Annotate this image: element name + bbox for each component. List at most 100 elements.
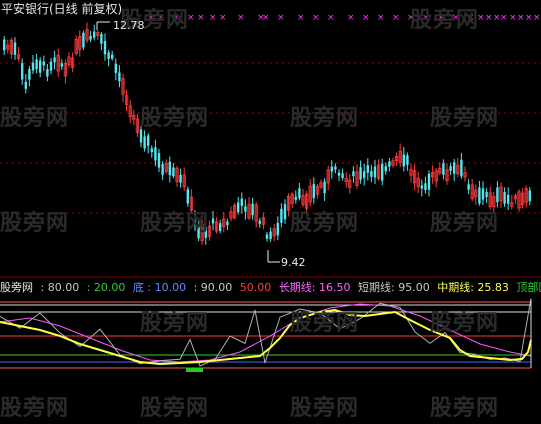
top-marker: × [172, 13, 180, 23]
candle-down [276, 222, 279, 236]
top-marker: × [327, 13, 335, 23]
top-marker: × [209, 13, 217, 23]
candle-down [442, 163, 445, 175]
candle-down [352, 171, 355, 177]
candle-down [237, 202, 240, 212]
top-marker: × [407, 13, 415, 23]
candle-down [150, 148, 153, 152]
candle-down [186, 189, 189, 204]
low-price-label: 9.42 [281, 256, 306, 269]
candle-down [258, 220, 261, 224]
candle-down [485, 191, 488, 198]
candle-down [24, 81, 27, 89]
top-marker: × [347, 13, 355, 23]
candle-down [161, 164, 164, 176]
param-50: 50.00 [239, 281, 272, 294]
candle-down [100, 34, 103, 44]
candle-down [49, 61, 53, 71]
candle-down [139, 129, 143, 143]
candle-down [89, 35, 92, 40]
candle-down [323, 181, 326, 194]
candle-down [373, 166, 377, 178]
candle-down [460, 159, 463, 177]
short-term-line [0, 298, 532, 367]
candle-down [363, 171, 366, 178]
top-marker: × [237, 13, 245, 23]
param-10: : 10.00 [147, 281, 187, 294]
candle-down [219, 223, 222, 231]
candle-down [13, 42, 17, 55]
top-marker: × [262, 13, 270, 23]
top-marker: × [277, 13, 285, 23]
candle-down [449, 166, 452, 171]
top-marker: × [157, 13, 165, 23]
candle-down [467, 184, 470, 190]
candle-down [478, 187, 481, 204]
param-mid-line: 中期线: 25.83 [437, 281, 509, 294]
candle-down [294, 196, 297, 200]
top-marker: × [533, 13, 541, 23]
top-marker: × [187, 13, 195, 23]
candle-down [21, 63, 24, 80]
candle-down [157, 153, 161, 168]
param-top-zone: 顶部区域 [516, 281, 541, 294]
candle-down [172, 167, 175, 177]
candle-down [481, 188, 485, 200]
candle-down [46, 68, 49, 77]
candle-down [381, 163, 384, 181]
candle-down [496, 187, 499, 203]
candle-down [42, 61, 45, 66]
candle-down [366, 165, 369, 173]
candle-down [114, 63, 117, 73]
candle-down [60, 63, 63, 67]
top-marker: × [392, 13, 400, 23]
candle-down [147, 135, 150, 146]
candle-down [334, 166, 337, 170]
candle-down [111, 54, 114, 59]
candle-down [226, 221, 229, 226]
candle-down [118, 72, 121, 82]
candle-down [3, 39, 6, 51]
candle-down [528, 190, 531, 202]
top-marker: × [197, 13, 205, 23]
long-term-line [0, 303, 532, 363]
candle-down [388, 161, 391, 167]
top-marker: × [437, 13, 445, 23]
candle-down [424, 183, 427, 191]
candle-down [283, 204, 287, 220]
candle-down [402, 154, 405, 167]
candle-down [359, 167, 362, 180]
candle-down [269, 231, 272, 240]
candle-down [251, 203, 254, 216]
candle-down [240, 198, 243, 206]
high-price-label: 12.78 [113, 19, 145, 32]
candle-down [39, 60, 42, 73]
bottom-signal-bar [186, 368, 203, 372]
chart-title: 平安银行(日线 前复权) [1, 2, 123, 16]
top-marker: × [377, 13, 385, 23]
candle-down [193, 217, 197, 226]
candle-down [28, 68, 31, 80]
top-marker: × [517, 13, 525, 23]
top-marker: × [452, 13, 460, 23]
candle-down [244, 206, 247, 212]
top-marker: × [297, 13, 305, 23]
candle-down [31, 62, 35, 71]
price-chart: × × × × × × × × ×× × × × × × × × × × × × × × × × × × × × × × [0, 13, 541, 372]
candle-down [503, 192, 506, 204]
param-90: : 90.00 [193, 281, 233, 294]
candle-down [406, 155, 409, 166]
candle-down [82, 32, 85, 48]
top-marker: × [525, 13, 533, 23]
candle-down [427, 173, 431, 190]
candle-down [280, 208, 283, 223]
candle-down [337, 172, 341, 176]
top-marker: × [422, 13, 430, 23]
candle-down [143, 136, 146, 149]
top-marker: × [485, 13, 493, 23]
param-20: : 20.00 [86, 281, 126, 294]
param-80: : 80.00 [40, 281, 80, 294]
top-marker: × [500, 13, 508, 23]
candle-down [453, 162, 456, 174]
top-marker: × [312, 13, 320, 23]
